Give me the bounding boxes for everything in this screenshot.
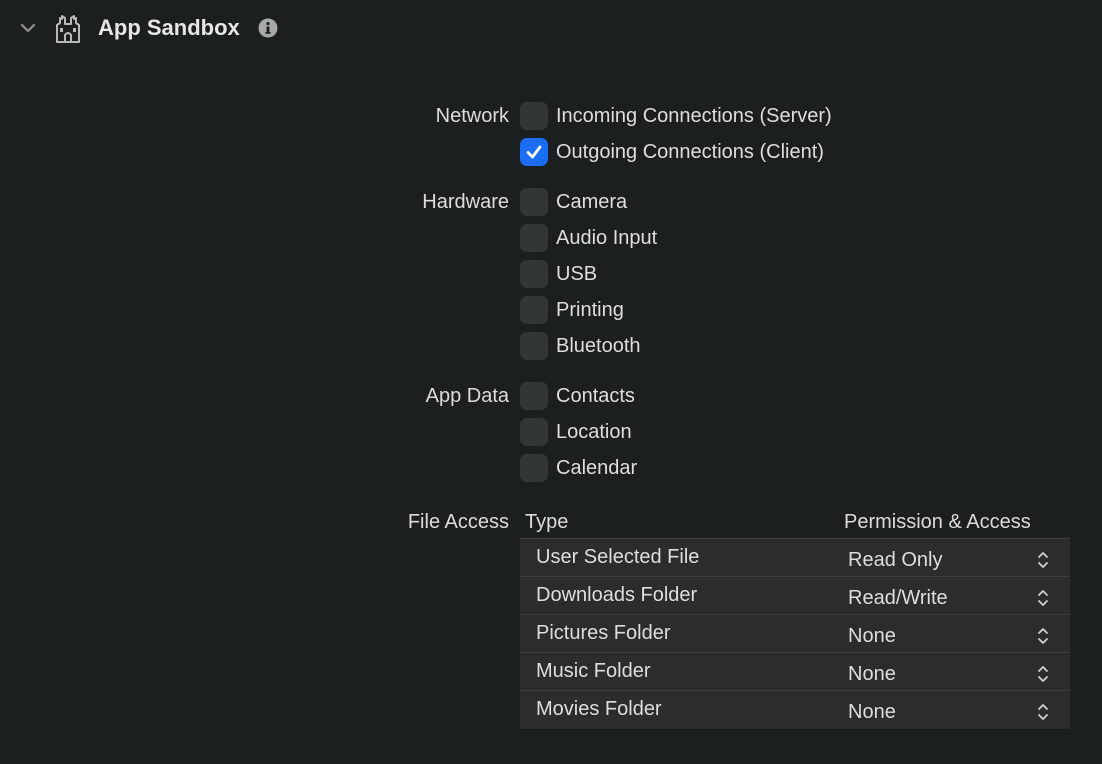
checkbox-checked[interactable]: [520, 138, 548, 166]
type-column-header: Type: [525, 511, 569, 533]
permission-value: None: [848, 701, 896, 723]
contacts-checkbox[interactable]: Contacts: [520, 382, 635, 410]
up-down-chevron-icon: [1038, 628, 1048, 644]
file-access-table: User Selected File Read Only Downloads F…: [520, 538, 1070, 729]
checkbox-label: Incoming Connections (Server): [556, 104, 832, 127]
section-header: App Sandbox: [0, 0, 1102, 56]
permission-value: None: [848, 625, 896, 647]
permission-value: None: [848, 663, 896, 685]
outgoing-connections-checkbox[interactable]: Outgoing Connections (Client): [520, 138, 824, 166]
location-checkbox[interactable]: Location: [520, 418, 632, 446]
checkbox-label: Location: [556, 420, 632, 443]
up-down-chevron-icon: [1038, 704, 1048, 720]
table-row: Pictures Folder None: [520, 615, 1070, 653]
info-icon[interactable]: [258, 18, 278, 38]
permission-select[interactable]: None: [838, 653, 1070, 690]
checkbox-label: Printing: [556, 298, 624, 321]
permission-value: Read/Write: [848, 587, 948, 609]
bluetooth-checkbox[interactable]: Bluetooth: [520, 332, 641, 360]
file-type-label: Music Folder: [536, 660, 651, 682]
permission-select[interactable]: Read Only: [838, 539, 1070, 576]
table-row: Downloads Folder Read/Write: [520, 577, 1070, 615]
checkmark-icon: [526, 145, 542, 159]
checkbox-label: Calendar: [556, 456, 638, 479]
up-down-chevron-icon: [1038, 666, 1048, 682]
calendar-checkbox[interactable]: Calendar: [520, 454, 637, 482]
checkbox-unchecked[interactable]: [520, 382, 548, 410]
table-row: Music Folder None: [520, 653, 1070, 691]
checkbox-unchecked[interactable]: [520, 224, 548, 252]
incoming-connections-checkbox[interactable]: Incoming Connections (Server): [520, 102, 832, 130]
audio-input-checkbox[interactable]: Audio Input: [520, 224, 657, 252]
permission-select[interactable]: Read/Write: [838, 577, 1070, 614]
file-type-label: User Selected File: [536, 546, 700, 568]
table-row: Movies Folder None: [520, 691, 1070, 729]
up-down-chevron-icon: [1038, 590, 1048, 606]
printing-checkbox[interactable]: Printing: [520, 296, 624, 324]
checkbox-label: Contacts: [556, 384, 635, 407]
network-group-label: Network: [435, 105, 509, 127]
checkbox-unchecked[interactable]: [520, 296, 548, 324]
checkbox-label: USB: [556, 262, 598, 285]
hardware-group-label: Hardware: [422, 191, 509, 213]
usb-checkbox[interactable]: USB: [520, 260, 597, 288]
app-data-group-label: App Data: [425, 385, 509, 407]
camera-checkbox[interactable]: Camera: [520, 188, 627, 216]
checkbox-unchecked[interactable]: [520, 102, 548, 130]
chevron-down-icon[interactable]: [18, 18, 38, 38]
checkbox-label: Camera: [556, 190, 628, 213]
sandbox-castle-icon: [54, 13, 82, 43]
checkbox-label: Bluetooth: [556, 334, 641, 357]
permission-column-header: Permission & Access: [844, 511, 1031, 533]
checkbox-unchecked[interactable]: [520, 332, 548, 360]
checkbox-unchecked[interactable]: [520, 418, 548, 446]
file-type-label: Pictures Folder: [536, 622, 671, 644]
table-row: User Selected File Read Only: [520, 539, 1070, 577]
permission-select[interactable]: None: [838, 691, 1070, 729]
permission-select[interactable]: None: [838, 615, 1070, 652]
file-type-label: Movies Folder: [536, 698, 662, 720]
file-access-group-label: File Access: [407, 511, 509, 533]
checkbox-label: Outgoing Connections (Client): [556, 140, 824, 163]
checkbox-unchecked[interactable]: [520, 454, 548, 482]
file-type-label: Downloads Folder: [536, 584, 698, 606]
checkbox-unchecked[interactable]: [520, 188, 548, 216]
up-down-chevron-icon: [1038, 552, 1048, 568]
permission-value: Read Only: [848, 549, 943, 571]
section-title: App Sandbox: [98, 15, 240, 40]
checkbox-label: Audio Input: [556, 226, 658, 249]
checkbox-unchecked[interactable]: [520, 260, 548, 288]
